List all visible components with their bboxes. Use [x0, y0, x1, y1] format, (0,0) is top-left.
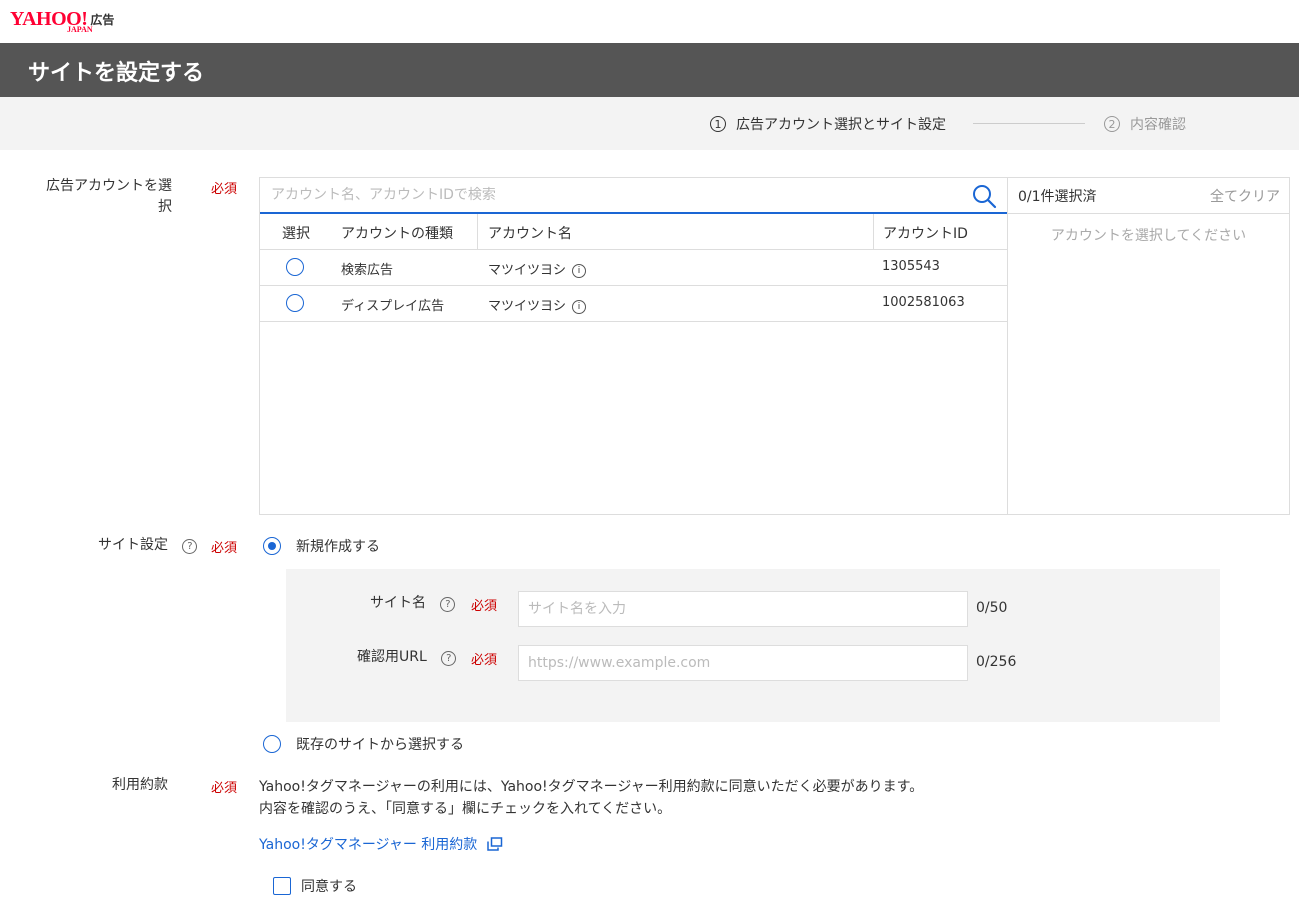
site-name-counter: 0/50: [976, 600, 1008, 616]
site-option-new[interactable]: 新規作成する: [263, 536, 380, 556]
logo-suffix: 広告: [90, 13, 115, 27]
terms-link[interactable]: Yahoo!タグマネージャー 利用約款: [259, 834, 503, 854]
account-search: [260, 178, 1007, 214]
step-2-label: 内容確認: [1130, 117, 1186, 133]
column-divider: [873, 214, 874, 250]
radio-existing[interactable]: [263, 735, 281, 753]
row-account-id: 1305543: [882, 259, 940, 274]
column-header-name: アカウント名: [488, 226, 572, 242]
step-1: 1 広告アカウント選択とサイト設定: [710, 114, 946, 134]
row-account-name: マツイツヨシ: [488, 263, 567, 278]
selected-accounts-panel: 0/1件選択済 全てクリア アカウントを選択してください: [1007, 177, 1290, 515]
site-option-existing-label: 既存のサイトから選択する: [296, 737, 464, 753]
page-title: サイトを設定する: [28, 61, 205, 86]
clear-all-link[interactable]: 全てクリア: [1210, 186, 1280, 206]
top-bar: YAHOO! JAPAN 広告: [0, 0, 1299, 43]
terms-text-line-1: Yahoo!タグマネージャーの利用には、Yahoo!タグマネージャー利用約款に同…: [259, 779, 924, 795]
step-indicator: 1 広告アカウント選択とサイト設定 2 内容確認: [0, 97, 1299, 150]
confirm-url-input[interactable]: [519, 646, 967, 680]
site-option-new-label: 新規作成する: [296, 539, 380, 555]
site-required-badge: 必須: [211, 541, 238, 556]
confirm-url-field: [518, 645, 968, 681]
info-icon[interactable]: i: [572, 264, 587, 278]
confirm-url-required-badge: 必須: [471, 653, 498, 668]
site-section-label: サイト設定 ?: [98, 535, 198, 556]
title-bar: サイトを設定する: [0, 43, 1299, 97]
logo-sub: JAPAN: [67, 25, 93, 34]
terms-section-label: 利用約款: [112, 777, 168, 793]
selected-empty-message: アカウントを選択してください: [1050, 228, 1247, 244]
step-connector: [973, 123, 1085, 124]
row-account-name: マツイツヨシ: [488, 299, 567, 314]
account-table: 選択 アカウントの種類 アカウント名 アカウントID 検索広告 マツイツヨシ i …: [259, 177, 1008, 515]
help-icon[interactable]: ?: [441, 651, 457, 666]
site-option-existing[interactable]: 既存のサイトから選択する: [263, 734, 464, 754]
account-section-label: 広告アカウントを選択: [46, 178, 172, 215]
table-row[interactable]: 検索広告 マツイツヨシ i 1305543: [260, 250, 1007, 286]
row-account-name-cell: マツイツヨシ i: [488, 295, 587, 314]
table-header: 選択 アカウントの種類 アカウント名 アカウントID: [260, 214, 1007, 250]
account-search-input[interactable]: [260, 178, 960, 212]
step-2: 2 内容確認: [1104, 114, 1186, 134]
site-name-field: [518, 591, 968, 627]
terms-required-badge: 必須: [211, 781, 238, 796]
terms-link-text[interactable]: Yahoo!タグマネージャー 利用約款: [259, 834, 477, 854]
column-divider: [477, 214, 478, 250]
external-link-icon[interactable]: [487, 837, 503, 851]
site-section-label-text: サイト設定: [98, 537, 168, 553]
site-name-label: サイト名 ?: [370, 593, 456, 614]
agree-label: 同意する: [301, 879, 357, 895]
site-name-required-badge: 必須: [471, 599, 498, 614]
row-select-radio[interactable]: [286, 258, 304, 276]
search-icon[interactable]: [971, 183, 997, 209]
radio-new-selected[interactable]: [263, 537, 281, 555]
row-account-type: 検索広告: [341, 263, 394, 278]
selected-panel-header: 0/1件選択済 全てクリア: [1008, 178, 1289, 214]
confirm-url-label: 確認用URL ?: [357, 647, 457, 668]
table-row[interactable]: ディスプレイ広告 マツイツヨシ i 1002581063: [260, 286, 1007, 322]
help-icon[interactable]: ?: [182, 539, 198, 554]
new-site-form: サイト名 ? 必須 0/50 確認用URL ? 必須 0/256: [286, 569, 1220, 722]
yahoo-ads-logo[interactable]: YAHOO! JAPAN 広告: [10, 8, 115, 34]
terms-description: Yahoo!タグマネージャーの利用には、Yahoo!タグマネージャー利用約款に同…: [259, 776, 923, 820]
agree-checkbox-row[interactable]: 同意する: [273, 876, 357, 896]
site-name-label-text: サイト名: [370, 595, 426, 611]
terms-text-line-2: 内容を確認のうえ、「同意する」欄にチェックを入れてください。: [259, 801, 672, 817]
help-icon[interactable]: ?: [440, 597, 456, 612]
selected-count: 0/1件選択済: [1018, 189, 1097, 205]
step-2-number: 2: [1104, 116, 1120, 132]
confirm-url-counter: 0/256: [976, 654, 1017, 670]
row-select-radio[interactable]: [286, 294, 304, 312]
column-header-select: 選択: [282, 226, 310, 242]
account-required-badge: 必須: [211, 182, 238, 197]
agree-checkbox[interactable]: [273, 877, 291, 895]
info-icon[interactable]: i: [572, 300, 587, 314]
column-header-id: アカウントID: [883, 226, 968, 242]
row-account-name-cell: マツイツヨシ i: [488, 259, 587, 278]
site-name-input[interactable]: [519, 592, 967, 626]
step-1-number: 1: [710, 116, 726, 132]
row-account-id: 1002581063: [882, 295, 965, 310]
column-header-type: アカウントの種類: [341, 226, 453, 242]
confirm-url-label-text: 確認用URL: [357, 649, 427, 665]
step-1-label: 広告アカウント選択とサイト設定: [736, 117, 946, 133]
row-account-type: ディスプレイ広告: [341, 299, 445, 314]
